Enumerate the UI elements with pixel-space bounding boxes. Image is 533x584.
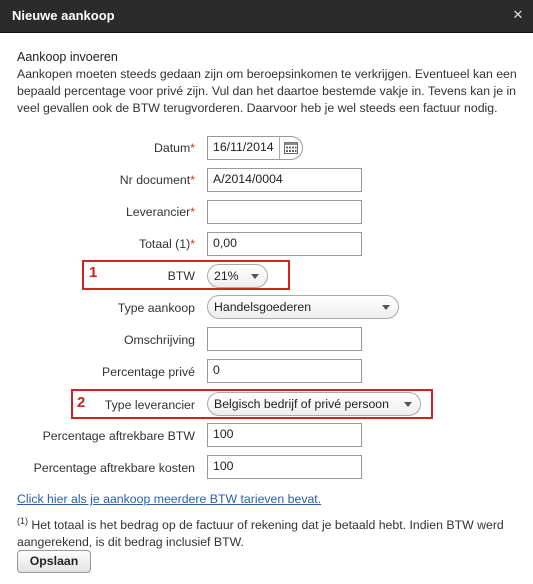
type-leverancier-label: Type leverancier [104,398,195,412]
nr-document-input[interactable]: A/2014/0004 [207,168,362,192]
chevron-down-icon [404,402,412,407]
required-marker: * [190,237,195,251]
omschrijving-label: Omschrijving [123,333,195,347]
leverancier-label: Leverancier* [125,205,195,219]
btw-select[interactable]: 21% [207,264,268,288]
save-button[interactable]: Opslaan [17,550,91,573]
chevron-down-icon [382,305,390,310]
leverancier-input[interactable] [207,200,362,224]
section-heading: Aankoop invoeren [17,50,118,64]
omschrijving-input[interactable] [207,327,362,351]
nr-document-label: Nr document* [119,173,195,187]
footnote: (1) Het totaal is het bedrag op de factu… [17,513,522,551]
type-leverancier-select[interactable]: Belgisch bedrijf of privé persoon [207,392,421,416]
calendar-icon[interactable] [279,137,302,159]
percentage-prive-label: Percentage privé [102,365,195,379]
type-aankoop-label: Type aankoop [117,301,195,315]
perc-aftrekbare-btw-input[interactable]: 100 [207,423,362,447]
window-titlebar: Nieuwe aankoop ✕ [0,0,533,33]
perc-aftrekbare-kosten-label: Percentage aftrekbare kosten [33,461,195,475]
btw-label: BTW [167,269,195,283]
required-marker: * [190,141,195,155]
required-marker: * [190,205,195,219]
perc-aftrekbare-btw-label: Percentage aftrekbare BTW [42,429,195,443]
annotation-number-2: 2 [77,394,86,411]
perc-aftrekbare-kosten-input[interactable]: 100 [207,455,362,479]
intro-text: Aankopen moeten steeds gedaan zijn om be… [17,67,517,115]
footnote-text: Het totaal is het bedrag op de factuur o… [17,518,504,550]
totaal-input[interactable]: 0,00 [207,232,362,256]
calendar-icon-glyph [284,142,298,154]
datum-label: Datum* [153,141,195,155]
multi-btw-link[interactable]: Click hier als je aankoop meerdere BTW t… [17,492,321,506]
window-title: Nieuwe aankoop [12,8,115,23]
annotation-number-1: 1 [89,264,98,281]
totaal-label: Totaal (1)* [138,237,195,251]
close-icon[interactable]: ✕ [511,8,525,22]
required-marker: * [190,173,195,187]
type-aankoop-select[interactable]: Handelsgoederen [207,295,399,319]
chevron-down-icon [251,274,259,279]
percentage-prive-input[interactable]: 0 [207,359,362,383]
footnote-marker: (1) [17,516,28,526]
